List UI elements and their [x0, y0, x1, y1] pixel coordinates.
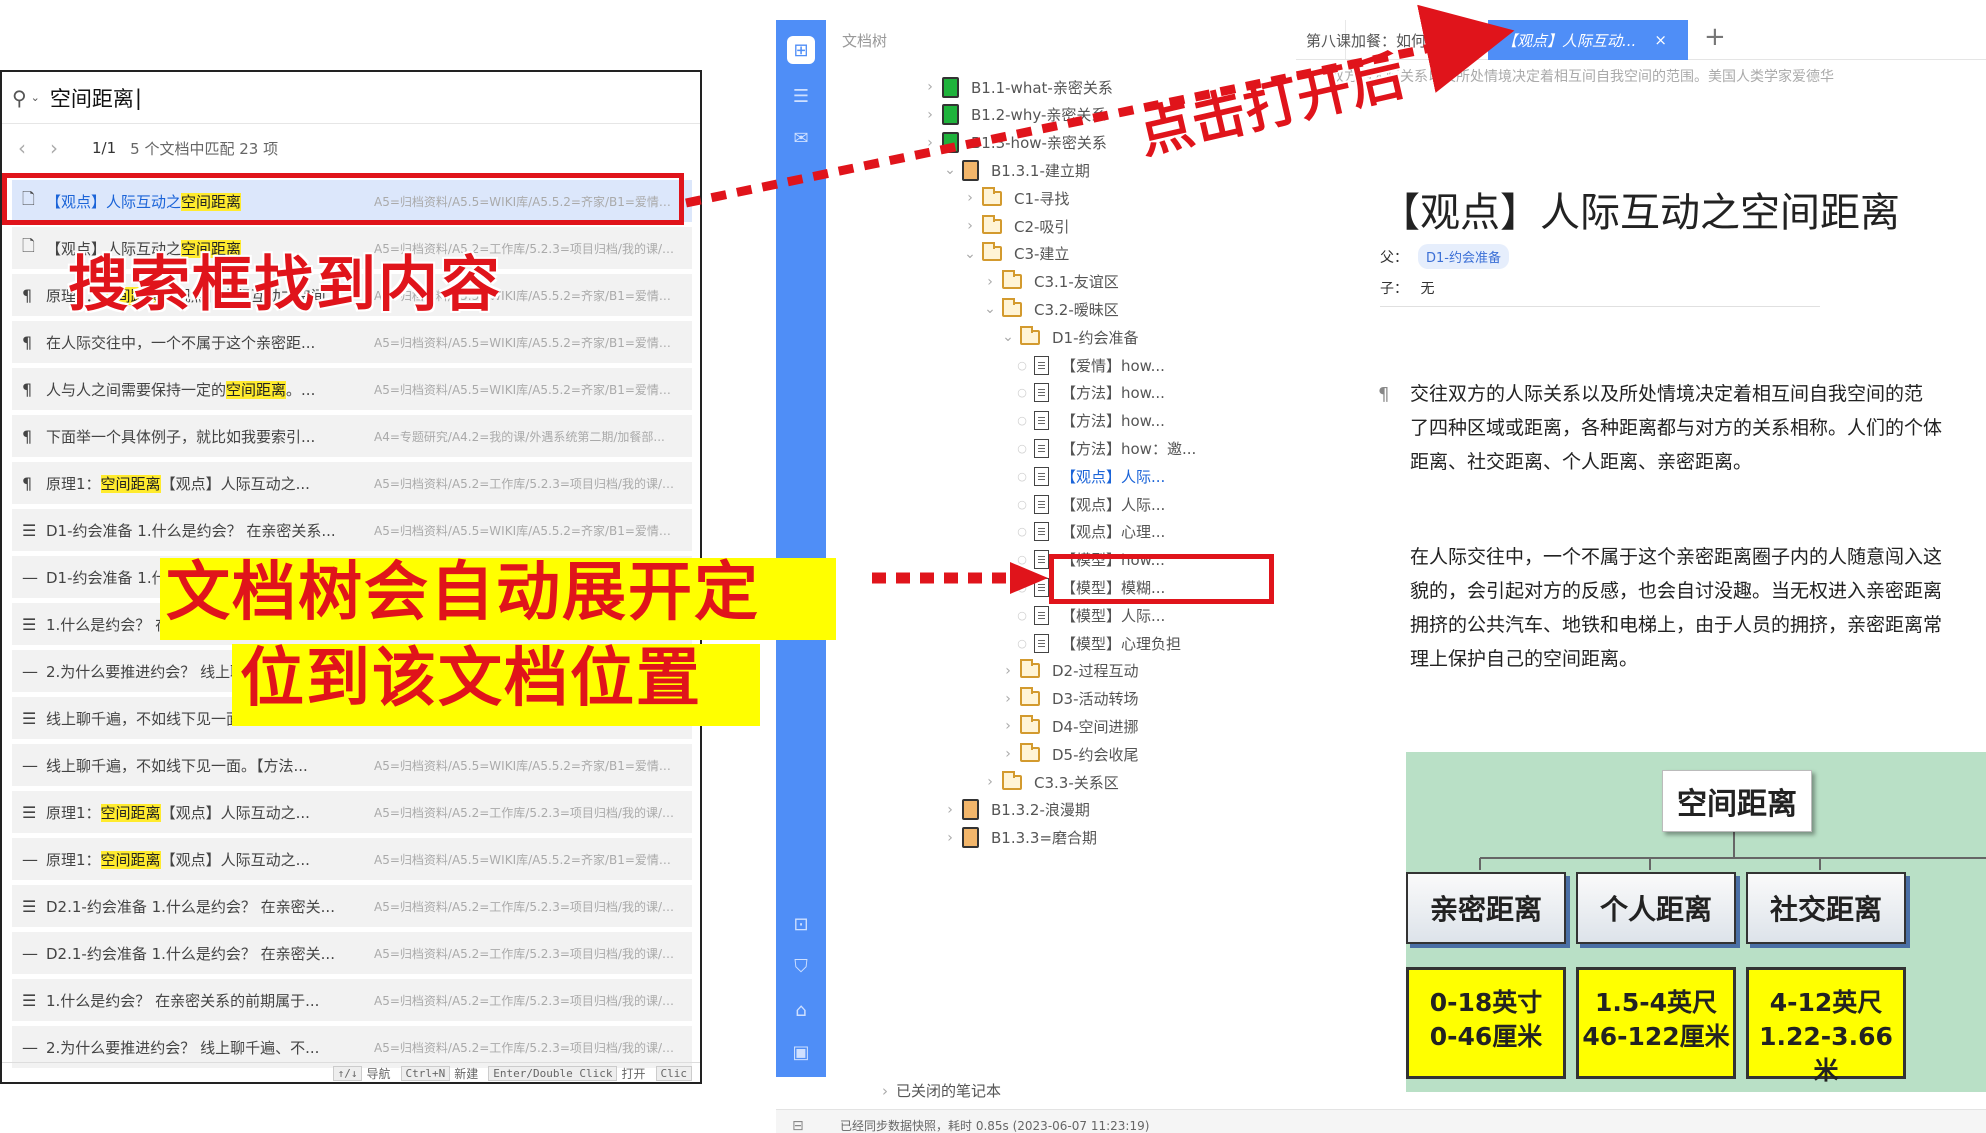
- annotation-tree-line1: 文档树会自动展开定: [160, 558, 836, 640]
- arrow-click-open: [685, 4, 1515, 208]
- arrow-head: [1010, 562, 1048, 594]
- annotation-tree-line2: 位到该文档位置: [232, 644, 760, 726]
